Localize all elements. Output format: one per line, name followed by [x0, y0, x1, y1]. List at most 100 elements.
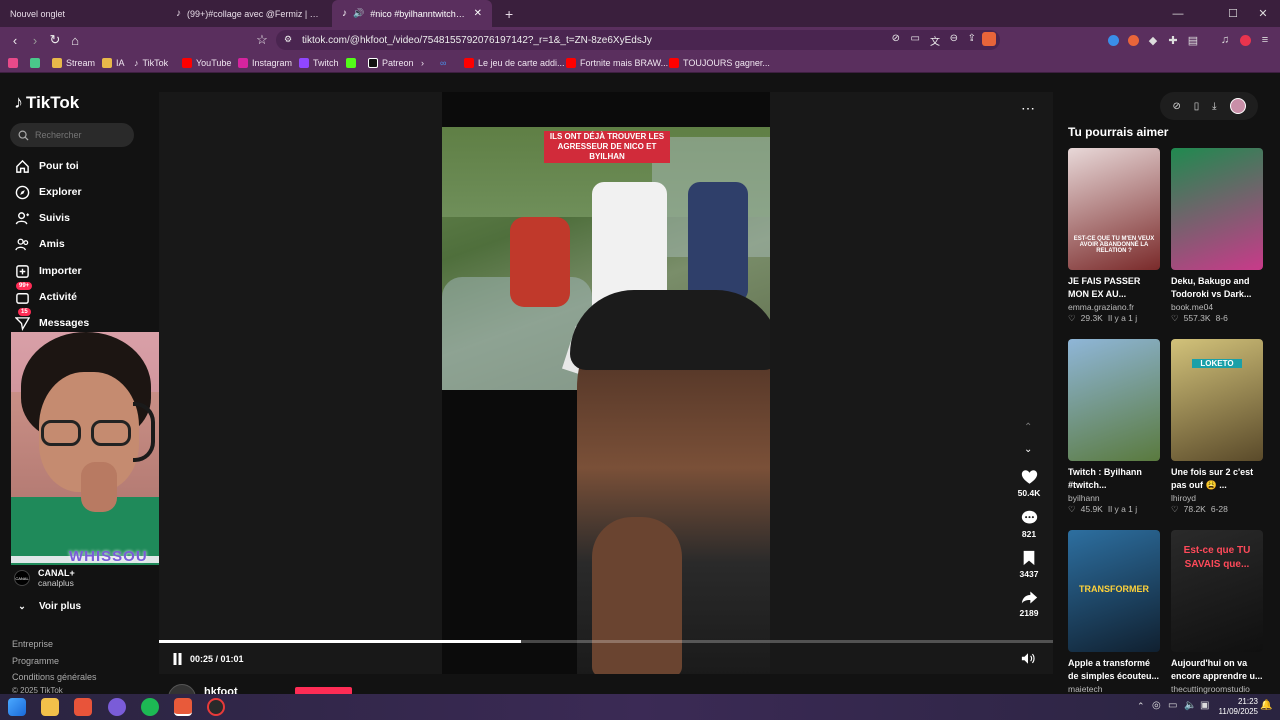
address-bar[interactable]: ⚙ tiktok.com/@hkfoot_/video/754815579207…: [276, 30, 1000, 50]
start-icon[interactable]: [8, 698, 26, 716]
speaker-icon[interactable]: 🔊: [353, 8, 364, 19]
file-explorer-icon[interactable]: [41, 698, 59, 716]
footer-link-conditions[interactable]: Conditions générales: [12, 672, 97, 682]
discord-icon[interactable]: [108, 698, 126, 716]
rec-card[interactable]: EST-CE QUE TU M'EN VEUX AVOIR ABANDONNÉ …: [1068, 148, 1160, 324]
bookmark-meta[interactable]: ∞: [440, 56, 446, 70]
sidebar-icon[interactable]: ▤: [1185, 32, 1201, 48]
obs-icon[interactable]: [207, 698, 225, 716]
tray-display-icon[interactable]: ▣: [1200, 700, 1209, 711]
bookmark-kick[interactable]: [346, 56, 356, 70]
bookmark-stream[interactable]: Stream: [52, 56, 95, 70]
tab-tiktok-current[interactable]: ♪ 🔊 #nico #byilhanntwitch #football #foo…: [332, 0, 492, 27]
brave-shield-icon[interactable]: [982, 32, 996, 46]
bookmark-youtube[interactable]: YouTube: [182, 56, 231, 70]
notification-bell-icon[interactable]: 🔔: [1260, 700, 1272, 711]
rec-card[interactable]: Twitch : Byilhann #twitch... byilhann ♡ 4…: [1068, 339, 1160, 515]
back-icon[interactable]: ‹: [6, 31, 24, 49]
sidebar-item-pour-toi[interactable]: Pour toi: [14, 157, 79, 175]
video-progress-fill: [159, 640, 522, 643]
previous-video-icon[interactable]: ⌃: [1024, 422, 1032, 433]
video-progress-bar[interactable]: [159, 640, 1053, 643]
rec-card[interactable]: Est-ce que TU SAVAIS que... Aujourd'hui …: [1171, 530, 1263, 694]
sidebar-item-amis[interactable]: Amis: [14, 235, 65, 253]
tray-network-icon[interactable]: ◎: [1152, 700, 1161, 711]
music-icon[interactable]: ♫: [1217, 32, 1233, 48]
tray-extra-icon[interactable]: ▭: [1168, 700, 1177, 711]
bookmark-ia[interactable]: IA: [102, 56, 125, 70]
reload-icon[interactable]: ↻: [46, 31, 64, 49]
brave-active-icon[interactable]: [174, 698, 192, 716]
sidebar-item-messages[interactable]: 15 Messages: [14, 308, 89, 332]
sidebar-item-explorer[interactable]: Explorer: [14, 183, 82, 201]
bookmark-icon[interactable]: ☆: [253, 31, 271, 49]
maximize-icon[interactable]: ☐: [1216, 0, 1250, 27]
send-icon: 15: [14, 308, 31, 331]
save-button[interactable]: 3437: [1014, 550, 1044, 579]
extensions-icon[interactable]: ✚: [1165, 32, 1181, 48]
bookmark-instagram[interactable]: Instagram: [238, 56, 292, 70]
tab-new-tab[interactable]: Nouvel onglet: [0, 0, 165, 27]
extension-blue-icon[interactable]: [1107, 34, 1119, 46]
sidebar-item-activite[interactable]: 99+ Activité: [14, 282, 77, 306]
video-frame[interactable]: ILS ONT DÉJÀ TROUVER LES AGRESSEUR DE NI…: [442, 92, 770, 674]
sidebar-item-importer[interactable]: Importer: [14, 262, 82, 280]
device-icon[interactable]: ▯: [1194, 101, 1200, 112]
sidebar-item-suivis[interactable]: Suivis: [14, 209, 70, 227]
profile-icon[interactable]: [1239, 34, 1251, 46]
bookmark-toujours[interactable]: TOUJOURS gagner...: [669, 56, 770, 70]
home-icon[interactable]: ⌂: [66, 31, 84, 49]
spotify-icon[interactable]: [141, 698, 159, 716]
comment-button[interactable]: 821: [1014, 510, 1044, 539]
no-tracking-icon[interactable]: ⊘: [892, 33, 900, 44]
footer-link-entreprise[interactable]: Entreprise: [12, 639, 53, 649]
video-player[interactable]: ILS ONT DÉJÀ TROUVER LES AGRESSEUR DE NI…: [159, 92, 1053, 674]
like-button[interactable]: 50.4K: [1014, 469, 1044, 498]
see-more-button[interactable]: ⌄ Voir plus: [14, 597, 81, 615]
upload-icon: [14, 263, 30, 279]
heart-outline-icon: ♡: [1068, 504, 1076, 514]
footer-link-programme[interactable]: Programme: [12, 656, 59, 666]
next-video-icon[interactable]: ⌄: [1024, 444, 1032, 455]
bookmark-card-game[interactable]: Le jeu de carte addi...: [464, 56, 565, 70]
share-button[interactable]: 2189: [1014, 590, 1044, 618]
tab-tiktok-collage[interactable]: ♪ (99+)#collage avec @Fermiz | TikTok: [166, 0, 331, 27]
user-avatar[interactable]: [1229, 98, 1246, 114]
new-tab-button[interactable]: +: [495, 0, 517, 27]
apps-icon[interactable]: [8, 56, 18, 70]
close-tab-icon[interactable]: ✕: [474, 8, 482, 19]
menu-icon[interactable]: ≡: [1257, 32, 1273, 48]
rec-card[interactable]: LOKETO Une fois sur 2 c'est pas ouf 😩 ..…: [1171, 339, 1263, 515]
close-window-icon[interactable]: ✕: [1246, 0, 1280, 27]
download-icon[interactable]: ⤓: [1212, 101, 1216, 112]
extension-orange-icon[interactable]: [1127, 34, 1139, 46]
search-box[interactable]: [10, 123, 134, 147]
share-icon[interactable]: ⇪: [968, 33, 976, 44]
cast-icon[interactable]: ▭: [911, 33, 920, 44]
more-options-icon[interactable]: ⋯: [1021, 100, 1035, 117]
translate-icon[interactable]: 文: [930, 33, 940, 48]
minimize-icon[interactable]: —: [1161, 0, 1195, 27]
bookmark-prime[interactable]: ›: [421, 56, 424, 70]
bookmark-tiktok[interactable]: ♪ TikTok: [134, 56, 168, 70]
tiktok-logo[interactable]: ♪ TikTok: [14, 92, 79, 113]
tray-volume-icon[interactable]: 🔈: [1184, 700, 1196, 711]
zoom-icon[interactable]: ⊖: [950, 33, 958, 44]
bookmark-twitch[interactable]: Twitch: [299, 56, 339, 70]
rec-card[interactable]: Deku, Bakugo and Todoroki vs Dark... boo…: [1171, 148, 1263, 324]
bookmark-patreon[interactable]: Patreon: [368, 56, 414, 70]
drive-icon[interactable]: [30, 56, 40, 70]
extension-diamond-icon[interactable]: ◆: [1145, 32, 1161, 48]
tray-chevron-icon[interactable]: ⌃: [1137, 701, 1145, 712]
explore-icon[interactable]: ⊘: [1172, 101, 1180, 112]
site-info-icon[interactable]: ⚙: [284, 34, 292, 45]
pause-icon[interactable]: [172, 653, 183, 665]
search-input[interactable]: [35, 130, 125, 140]
bookmark-fortnite[interactable]: Fortnite mais BRAW...: [566, 56, 668, 70]
volume-icon[interactable]: [1021, 652, 1035, 665]
taskbar-clock[interactable]: 21:23 11/09/2025: [1219, 697, 1258, 717]
brave-icon[interactable]: [74, 698, 92, 716]
rec-card[interactable]: TRANSFORMER Apple a transformé de simple…: [1068, 530, 1160, 694]
forward-icon[interactable]: ›: [26, 31, 44, 49]
followed-account-canalplus[interactable]: CANAL CANAL+ canalplus: [14, 568, 75, 588]
